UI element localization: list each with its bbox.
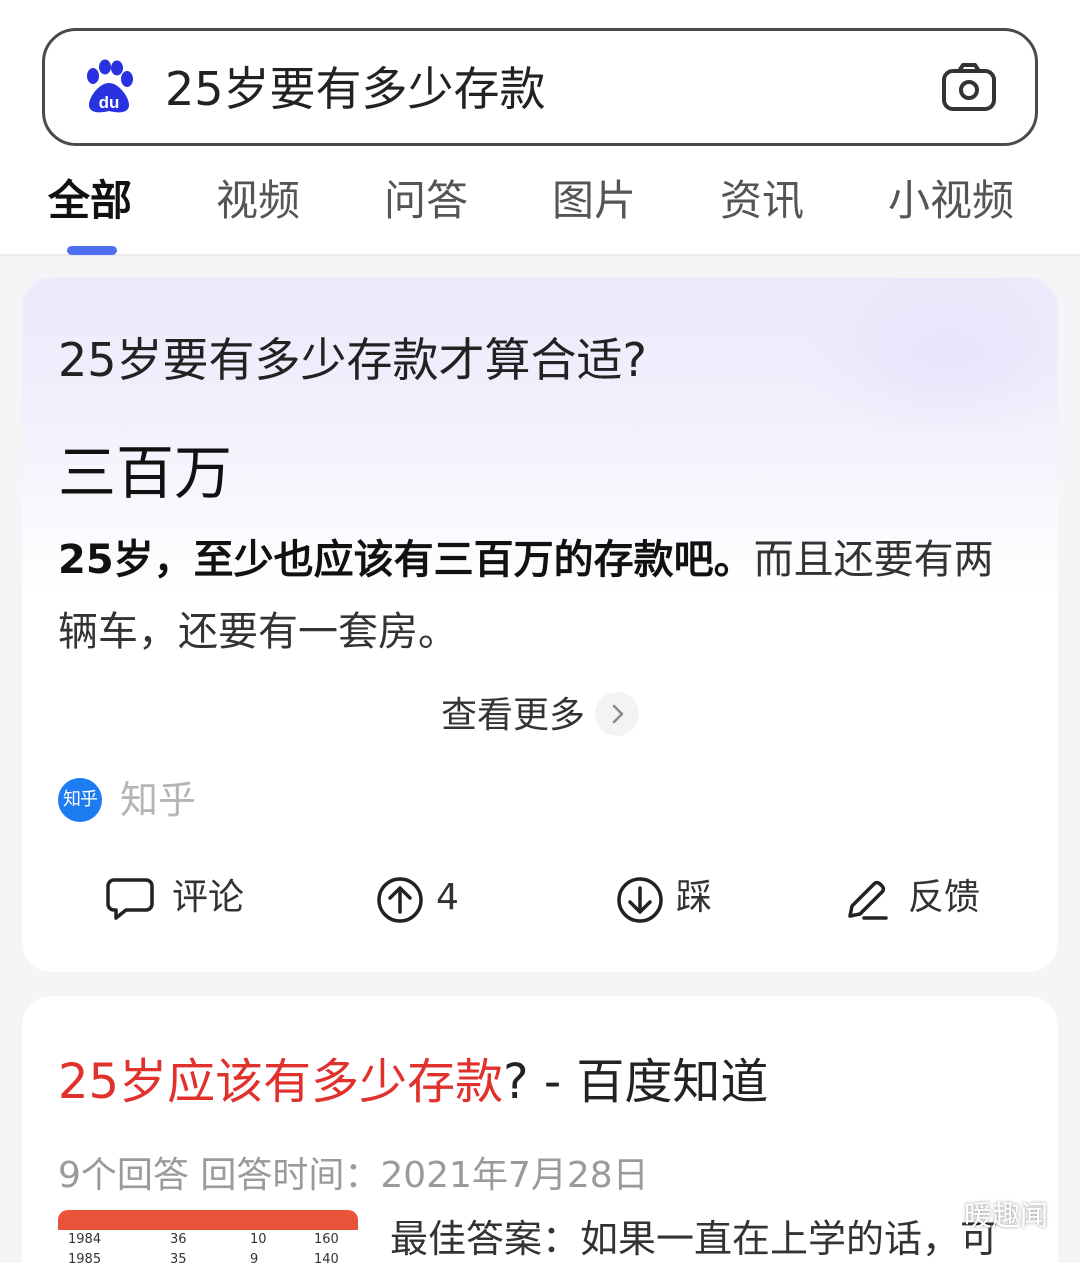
view-more-label: 查看更多 (440, 695, 585, 736)
chevron-right-icon (595, 692, 639, 736)
tab-qa[interactable]: 问答 (384, 168, 468, 234)
thumbnail-header-bar (58, 1210, 358, 1230)
result-meta: 9个回答 回答时间：2021年7月28日 (58, 1155, 649, 1196)
view-more-button[interactable]: 查看更多 (22, 688, 1058, 744)
thumb-cell: 140 (314, 1252, 339, 1263)
watermark-text: 暖趣闻 (964, 1199, 1049, 1232)
result-title-link[interactable]: 25岁应该有多少存款? - 百度知道 (58, 1042, 768, 1112)
downvote-icon (617, 877, 663, 923)
upvote-button[interactable]: 4 (376, 870, 486, 926)
thumb-cell: 1984 (68, 1232, 102, 1247)
search-result-card: 25岁应该有多少存款? - 百度知道 9个回答 回答时间：2021年7月28日 … (22, 996, 1058, 1263)
answer-headline: 三百万 (58, 439, 233, 507)
search-tabs: 全部 视频 问答 图片 资讯 小视频 (0, 168, 1080, 238)
tab-video[interactable]: 视频 (216, 168, 300, 234)
upvote-count: 4 (436, 877, 459, 918)
source-name[interactable]: 知乎 (120, 774, 196, 826)
downvote-button[interactable]: 踩 (616, 870, 736, 926)
feedback-button[interactable]: 反馈 (844, 870, 1004, 926)
feedback-label: 反馈 (908, 877, 981, 918)
downvote-label: 踩 (676, 877, 713, 918)
search-header: du 25岁要有多少存款 全部 视频 问答 图片 资讯 小视频 (0, 0, 1080, 256)
result-snippet: 最佳答案：如果一直在上学的话，可 (390, 1217, 999, 1261)
zhihu-logo-icon: 知乎 (58, 778, 102, 822)
thumb-cell: 35 (170, 1252, 187, 1263)
upvote-icon (377, 877, 423, 923)
watermark: 暖趣闻 (920, 1196, 1048, 1236)
thumb-cell: 1985 (68, 1252, 102, 1263)
active-tab-indicator (67, 246, 117, 255)
edit-pencil-icon (848, 880, 888, 920)
thumb-cell: 10 (250, 1232, 267, 1247)
answer-card: 25岁要有多少存款才算合适? 三百万 25岁，至少也应该有三百万的存款吧。而且还… (22, 278, 1058, 972)
result-title-highlight: 25岁应该有多少存款 (58, 1054, 504, 1110)
answer-body-bold: 25岁，至少也应该有三百万的存款吧。 (58, 537, 754, 583)
comment-button[interactable]: 评论 (106, 870, 256, 926)
tab-short-video[interactable]: 小视频 (888, 168, 1014, 234)
result-title-rest: ? - 百度知道 (503, 1054, 769, 1110)
thumb-cell: 9 (250, 1252, 259, 1263)
tab-all[interactable]: 全部 (48, 168, 132, 234)
thumb-cell: 36 (170, 1232, 187, 1247)
comment-icon (106, 878, 154, 920)
tab-news[interactable]: 资讯 (720, 168, 804, 234)
answer-body: 25岁，至少也应该有三百万的存款吧。而且还要有两辆车，还要有一套房。 (58, 524, 1018, 668)
tab-images[interactable]: 图片 (552, 168, 636, 234)
thumb-cell: 160 (314, 1232, 339, 1247)
svg-text:du: du (99, 93, 120, 112)
camera-icon[interactable] (941, 62, 997, 112)
search-query-text[interactable]: 25岁要有多少存款 (165, 59, 546, 119)
search-box[interactable]: du 25岁要有多少存款 (42, 28, 1038, 146)
result-thumbnail[interactable]: 1984 36 10 160 1985 35 9 140 (58, 1210, 358, 1263)
answer-question[interactable]: 25岁要有多少存款才算合适? (58, 324, 647, 390)
card-decoration (798, 278, 1058, 438)
baidu-logo-icon: du (87, 59, 133, 113)
comment-label: 评论 (172, 877, 245, 918)
wechat-icon (920, 1203, 955, 1230)
